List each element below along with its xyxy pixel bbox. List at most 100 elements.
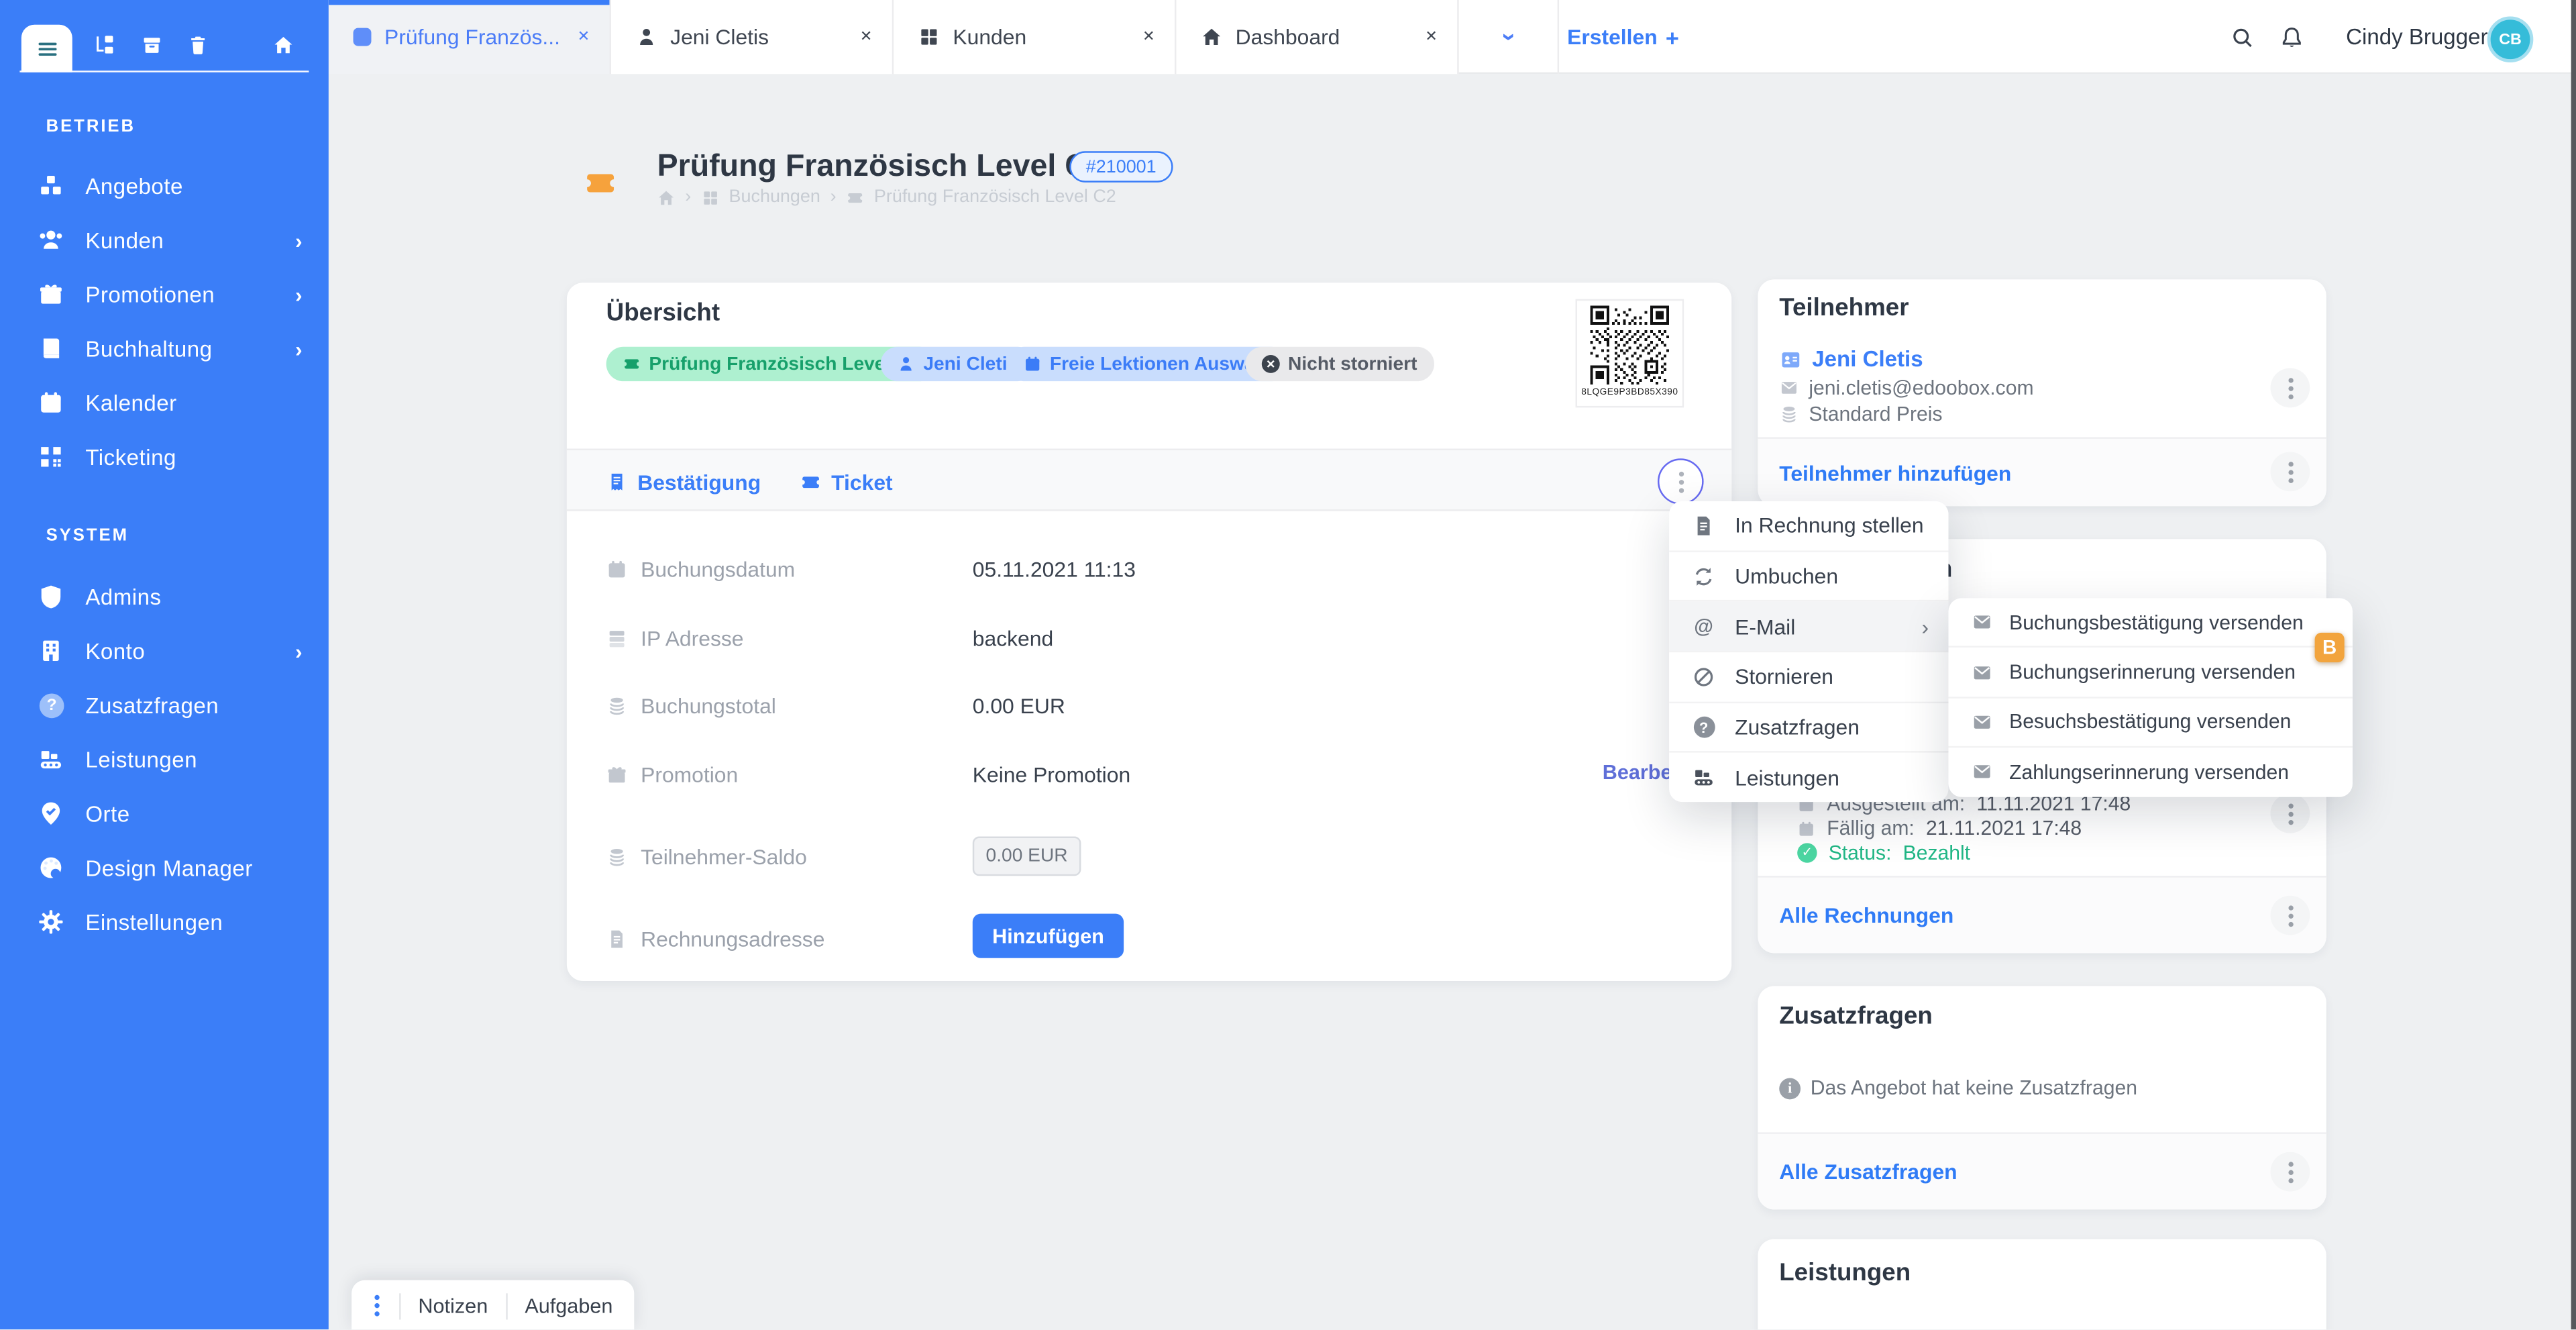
submenu-item-besuchsbestaetigung[interactable]: Besuchsbestätigung versenden [1948, 698, 2352, 748]
sidebar-item-label: Buchhaltung [85, 336, 212, 361]
all-invoices-link[interactable]: Alle Rechnungen [1779, 903, 1953, 928]
tab-kunden[interactable]: Kunden [894, 0, 1176, 74]
trash-icon[interactable] [187, 34, 209, 56]
menu-item-zusatzfragen[interactable]: Zusatzfragen [1669, 703, 1948, 754]
participant-name-link[interactable]: Jeni Cletis [1779, 347, 1923, 372]
participant-name: Jeni Cletis [1812, 347, 1923, 372]
overview-actions-kebab-button[interactable] [1658, 458, 1704, 505]
questions-empty-text: Das Angebot hat keine Zusatzfragen [1811, 1076, 2137, 1099]
qr-code: 8LQGE9P3BD85X390 [1576, 299, 1684, 408]
home-icon[interactable] [657, 188, 676, 206]
not-cancelled-badge: Nicht storniert [1245, 347, 1434, 381]
submenu-item-buchungsbestaetigung[interactable]: Buchungsbestätigung versenden [1948, 598, 2352, 648]
status-label: Status: [1829, 841, 1892, 865]
participant-kebab-button[interactable] [2270, 368, 2310, 408]
notes-tab[interactable]: Notizen [418, 1294, 488, 1317]
sidebar-item-buchhaltung[interactable]: Buchhaltung [0, 327, 329, 370]
saldo-input[interactable] [973, 837, 1081, 876]
breadcrumb-buchungen[interactable]: Buchungen [729, 187, 820, 207]
calendar-icon [38, 389, 64, 415]
tab-dashboard[interactable]: Dashboard [1176, 0, 1458, 74]
questions-card: Zusatzfragen Das Angebot hat keine Zusat… [1758, 986, 2326, 1209]
add-participant-link[interactable]: Teilnehmer hinzufügen [1779, 460, 2011, 485]
sidebar-item-kunden[interactable]: Kunden [0, 219, 329, 262]
menu-item-umbuchen[interactable]: Umbuchen [1669, 552, 1948, 602]
participant-price: Standard Preis [1809, 403, 1942, 425]
sidebar-item-admins[interactable]: Admins [0, 575, 329, 618]
field-promotion: Promotion [606, 758, 739, 790]
participants-footer-kebab-button[interactable] [2270, 452, 2310, 491]
submenu-item-buchungserinnerung[interactable]: Buchungserinnerung versenden [1948, 648, 2352, 698]
menu-item-leistungen[interactable]: Leistungen [1669, 754, 1948, 803]
close-icon[interactable] [857, 25, 875, 50]
sidebar-item-label: Einstellungen [85, 910, 223, 935]
sidebar-item-angebote[interactable]: Angebote [0, 164, 329, 207]
sidebar-item-orte[interactable]: Orte [0, 792, 329, 835]
badge-label: Freie Lektionen Auswahl [1050, 354, 1272, 374]
menu-item-stornieren[interactable]: Stornieren [1669, 652, 1948, 703]
tab-label: Jeni Cletis [670, 25, 843, 50]
tab-list-dropdown-button[interactable] [1459, 0, 1559, 74]
close-icon[interactable] [1421, 25, 1440, 50]
sidebar-item-zusatzfragen[interactable]: ? Zusatzfragen [0, 684, 329, 727]
hamburger-menu-button[interactable] [21, 25, 72, 72]
users-icon [38, 227, 64, 253]
invoices-footer-kebab-button[interactable] [2270, 896, 2310, 935]
menu-item-email[interactable]: E-Mail [1669, 602, 1948, 652]
tasks-tab[interactable]: Aufgaben [525, 1294, 612, 1317]
close-icon[interactable] [1139, 25, 1158, 50]
create-tab-button[interactable]: Erstellen [1558, 0, 1689, 74]
browser-extension-badge[interactable]: B [2315, 633, 2345, 662]
add-billing-address-button[interactable]: Hinzufügen [973, 914, 1124, 958]
sidebar-item-design-manager[interactable]: Design Manager [0, 846, 329, 889]
sidebar-item-label: Kalender [85, 391, 176, 415]
window-scrollbar[interactable] [2571, 0, 2576, 1330]
gift-icon [606, 764, 628, 785]
envelope-icon [1972, 711, 1993, 733]
invoice-kebab-button[interactable] [2270, 794, 2310, 833]
sidebar-item-label: Leistungen [85, 747, 197, 772]
ticket-link[interactable]: Ticket [800, 450, 893, 513]
field-value-total: 0.00 EUR [973, 693, 1065, 718]
sidebar-item-kalender[interactable]: Kalender [0, 381, 329, 424]
menu-item-label: In Rechnung stellen [1735, 513, 1923, 538]
x-circle-icon [1262, 355, 1280, 373]
archive-box-icon[interactable] [142, 34, 163, 56]
question-circle-icon: ? [40, 693, 64, 717]
tab-jeni-cletis[interactable]: Jeni Cletis [611, 0, 894, 74]
all-questions-link[interactable]: Alle Zusatzfragen [1779, 1160, 1957, 1184]
sidebar-item-ticketing[interactable]: Ticketing [0, 436, 329, 478]
kebab-icon [1678, 479, 1683, 484]
sidebar-item-konto[interactable]: Konto [0, 629, 329, 672]
sidebar-section-system: SYSTEM [46, 526, 129, 546]
envelope-icon [1972, 611, 1993, 633]
sidebar-item-leistungen[interactable]: Leistungen [0, 738, 329, 781]
tab-pruefung-franzoesisch[interactable]: Prüfung Französ... [329, 0, 611, 74]
field-label: Rechnungsadresse [641, 926, 824, 951]
notes-bar-kebab-button[interactable] [373, 1303, 381, 1308]
envelope-icon [1779, 378, 1799, 397]
sidebar-item-einstellungen[interactable]: Einstellungen [0, 901, 329, 943]
calendar-icon [1797, 819, 1815, 837]
folder-tree-icon[interactable] [94, 34, 115, 56]
user-name[interactable]: Cindy Brugger [2346, 25, 2487, 50]
questions-footer-kebab-button[interactable] [2270, 1152, 2310, 1192]
close-icon[interactable] [574, 25, 593, 50]
create-label: Erstellen [1567, 25, 1658, 50]
confirmation-link[interactable]: Bestätigung [606, 450, 761, 513]
submenu-item-zahlungserinnerung[interactable]: Zahlungserinnerung versenden [1948, 748, 2352, 797]
id-card-icon [1779, 348, 1802, 370]
check-circle-icon [1797, 843, 1817, 862]
services-card: Leistungen [1758, 1239, 2326, 1330]
avatar[interactable]: CB [2487, 16, 2534, 62]
field-rechnungsadresse: Rechnungsadresse [606, 922, 825, 955]
badge-label: Prüfung Französisch Level C2 [649, 354, 920, 374]
home-icon[interactable] [273, 34, 294, 56]
field-ip-adresse: IP Adresse [606, 621, 744, 654]
search-icon[interactable] [2231, 26, 2254, 49]
kebab-icon [2288, 811, 2292, 816]
menu-item-in-rechnung-stellen[interactable]: In Rechnung stellen [1669, 501, 1948, 552]
bell-icon[interactable] [2280, 26, 2303, 49]
sidebar-item-promotionen[interactable]: Promotionen [0, 273, 329, 316]
ticket-icon [623, 355, 641, 373]
